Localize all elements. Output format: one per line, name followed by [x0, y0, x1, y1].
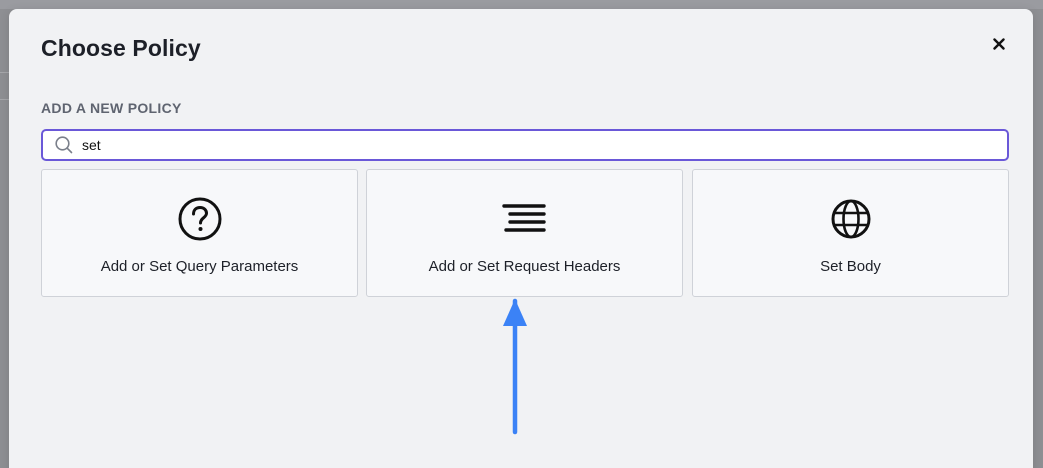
policy-card-label: Add or Set Request Headers — [428, 258, 621, 275]
align-right-lines-icon — [501, 204, 546, 232]
policy-list: Add or Set Query Parameters Add or Set R… — [41, 169, 1009, 297]
search-icon — [54, 135, 74, 155]
policy-search-input[interactable] — [82, 133, 982, 157]
background-app-strip — [0, 0, 1043, 9]
globe-icon — [831, 199, 870, 239]
question-circle-icon — [178, 197, 221, 241]
policy-card-set-body[interactable]: Set Body — [692, 169, 1009, 297]
close-icon — [993, 38, 1005, 50]
arrow-up-icon — [503, 298, 527, 435]
policy-card-query-parameters[interactable]: Add or Set Query Parameters — [41, 169, 358, 297]
dialog-title: Choose Policy — [41, 35, 201, 61]
policy-search-field[interactable] — [41, 129, 1009, 161]
policy-card-label: Add or Set Query Parameters — [100, 258, 299, 275]
policy-card-label: Set Body — [820, 258, 881, 275]
section-label: ADD A NEW POLICY — [41, 100, 182, 116]
close-button[interactable] — [988, 33, 1010, 55]
background-app-divider — [0, 72, 9, 100]
policy-card-request-headers[interactable]: Add or Set Request Headers — [366, 169, 683, 297]
